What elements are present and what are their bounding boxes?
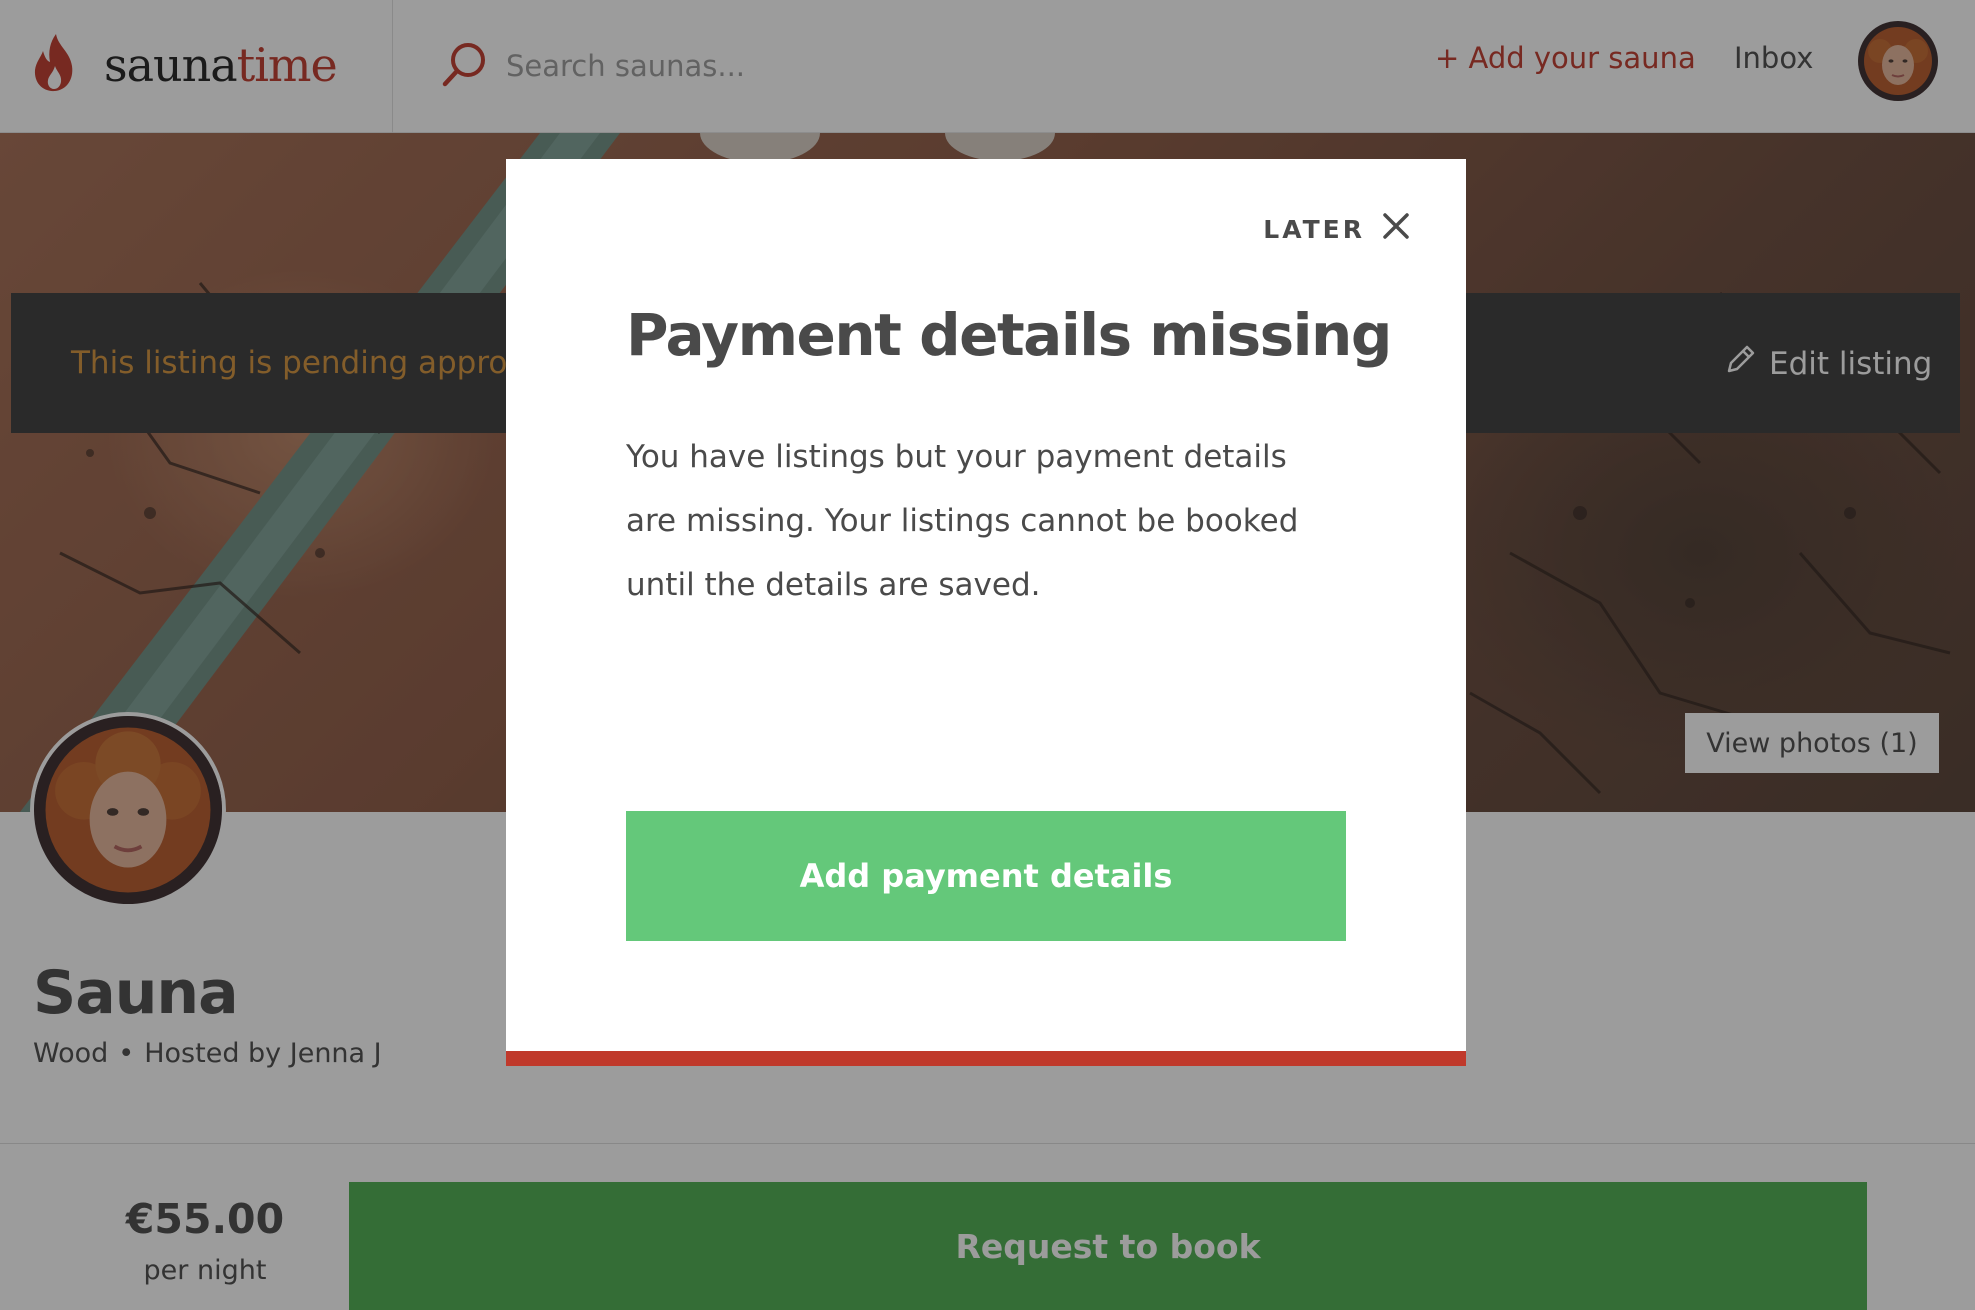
- add-payment-details-button[interactable]: Add payment details: [626, 811, 1346, 941]
- later-label: LATER: [1263, 214, 1365, 244]
- modal-message: You have listings but your payment detai…: [626, 439, 1299, 603]
- payment-details-modal: LATER Payment details missing You have l…: [506, 159, 1466, 1066]
- modal-title: Payment details missing: [626, 301, 1392, 369]
- later-dismiss-button[interactable]: LATER: [1263, 211, 1411, 247]
- close-icon: [1365, 211, 1411, 247]
